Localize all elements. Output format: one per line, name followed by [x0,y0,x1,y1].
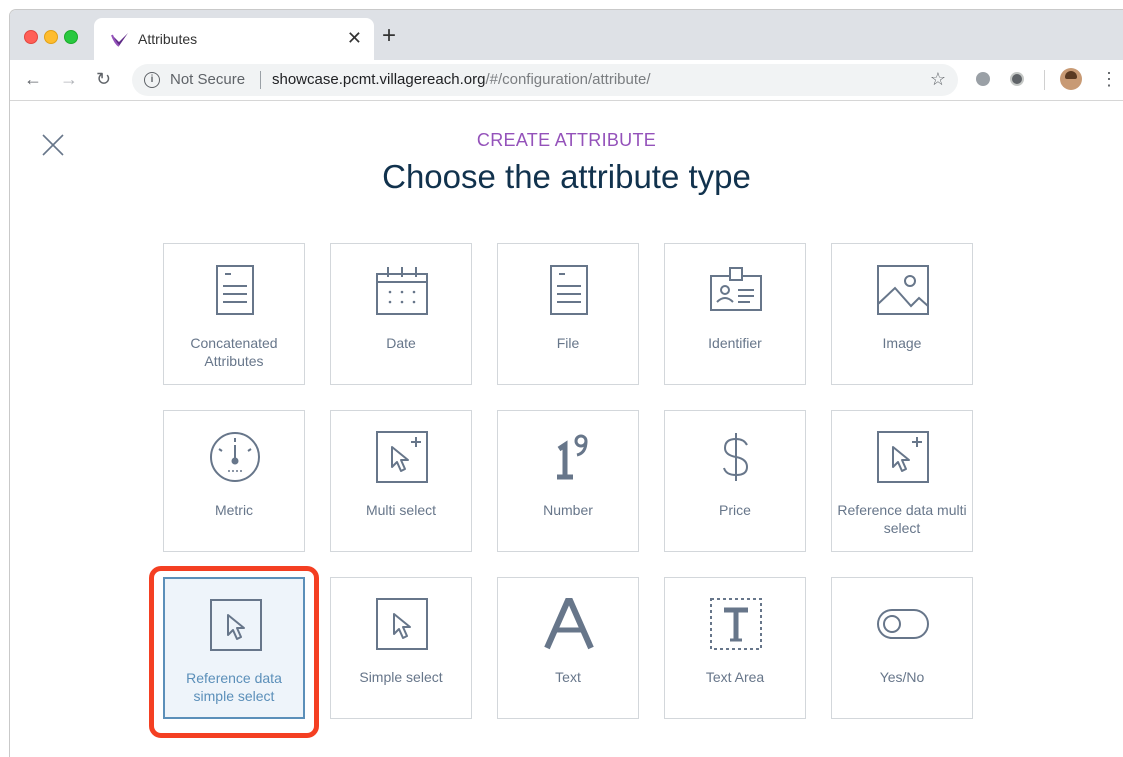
back-arrow-icon[interactable]: ← [24,68,42,90]
tile-text[interactable]: Text [497,577,639,719]
tab-title: Attributes [138,31,198,47]
toolbar-divider [1044,70,1045,90]
minimize-window-button[interactable] [44,30,58,44]
address-bar[interactable]: i Not Secure showcase.pcmt.villagereach.… [132,64,958,96]
extension-icon[interactable] [976,72,990,86]
tile-file[interactable]: File [497,243,639,385]
tile-metric[interactable]: Metric [163,410,305,552]
tile-concatenated-attributes[interactable]: Concatenated Attributes [163,243,305,385]
browser-toolbar: ← → ↻ i Not Secure showcase.pcmt.village… [10,60,1123,101]
maximize-window-button[interactable] [64,30,78,44]
page-title: Choose the attribute type [382,158,751,195]
dollar-icon [723,433,749,481]
tab-bar: Attributes ✕ + [10,10,1123,60]
tile-label: Image [882,335,922,351]
tile-text-area[interactable]: Text Area [664,577,806,719]
number-icon [557,434,588,480]
tile-identifier[interactable]: Identifier [664,243,806,385]
tile-multi-select[interactable]: Multi select [330,410,472,552]
calendar-icon [376,267,428,315]
browser-window: Attributes ✕ + ← → ↻ i Not Secure showca… [10,10,1123,757]
forward-arrow-icon[interactable]: → [60,68,78,90]
cursor-plus-icon [877,431,929,483]
selection-highlight [149,566,319,738]
gauge-icon [210,432,260,482]
url-host: showcase.pcmt.villagereach.org [272,71,486,88]
tile-reference-data-multi-select[interactable]: Reference data multi select [831,410,973,552]
image-icon [877,265,929,315]
text-icon [544,598,594,650]
text-area-icon [710,598,762,650]
reload-icon[interactable]: ↻ [96,68,111,90]
file-icon [550,265,588,315]
tile-label: Number [543,502,593,518]
tile-label: Text [555,669,581,685]
tile-yes-no[interactable]: Yes/No [831,577,973,719]
id-card-icon [710,267,762,311]
extension-icon[interactable] [1010,72,1024,86]
close-window-button[interactable] [24,30,38,44]
info-icon[interactable]: i [144,72,160,88]
tile-price[interactable]: Price [664,410,806,552]
profile-avatar[interactable] [1060,68,1082,90]
tile-label: Identifier [708,335,762,351]
address-divider [260,71,261,89]
url-text: showcase.pcmt.villagereach.org/#/configu… [272,71,651,88]
cursor-plus-icon [376,431,428,483]
tile-date[interactable]: Date [330,243,472,385]
tile-label: Text Area [705,669,765,685]
tile-image[interactable]: Image [831,243,973,385]
bookmark-star-icon[interactable]: ☆ [930,69,946,90]
concatenated-icon [216,265,254,315]
tile-number[interactable]: Number [497,410,639,552]
tile-label: Concatenated Attributes [190,335,278,369]
toggle-icon [877,609,929,639]
page-eyebrow: CREATE ATTRIBUTE [476,130,657,150]
tile-label: Yes/No [879,669,925,685]
tile-label: Date [386,335,416,351]
tile-label: Metric [214,502,254,518]
tile-label: File [556,335,580,351]
security-label: Not Secure [170,71,246,88]
tile-label: Reference data multi select [837,502,967,536]
akeneo-logo-icon [111,33,128,47]
browser-menu-icon[interactable]: ⋮ [1100,68,1118,90]
tile-label: Price [719,502,751,518]
tab-close-icon[interactable]: ✕ [347,28,362,48]
url-path: /#/configuration/attribute/ [485,71,651,88]
new-tab-icon[interactable]: + [382,24,396,48]
tile-label: Simple select [359,669,443,685]
tile-label: Multi select [365,502,437,518]
tile-simple-select[interactable]: Simple select [330,577,472,719]
browser-tab[interactable]: Attributes ✕ [94,18,374,60]
cursor-icon [376,598,428,650]
